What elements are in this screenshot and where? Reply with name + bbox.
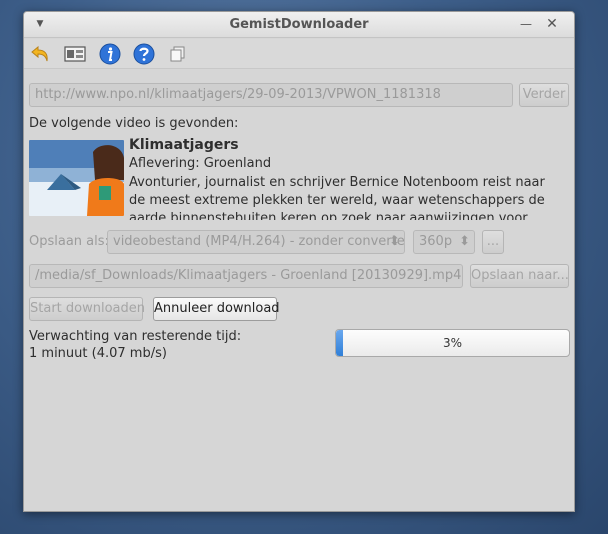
quality-dropdown-value: 360p <box>419 234 453 249</box>
app-window: ▼ GemistDownloader — ✕ http://www.npo.nl… <box>23 11 575 512</box>
window-title: GemistDownloader <box>229 17 369 32</box>
more-options-button[interactable]: ... <box>482 230 504 254</box>
info-icon[interactable] <box>98 42 122 66</box>
save-path-input[interactable]: /media/sf_Downloads/Klimaatjagers - Groe… <box>29 264 463 288</box>
video-episode: Aflevering: Groenland <box>129 156 272 171</box>
layout-icon[interactable] <box>63 42 87 66</box>
found-label: De volgende video is gevonden: <box>29 116 239 131</box>
video-thumbnail <box>29 140 124 216</box>
title-bar: ▼ GemistDownloader — ✕ <box>24 12 574 38</box>
toolbar <box>24 39 574 69</box>
remaining-time-label: Verwachting van resterende tijd: <box>29 329 242 344</box>
help-icon[interactable] <box>132 42 156 66</box>
progress-text: 3% <box>442 336 463 350</box>
cancel-download-button[interactable]: Annuleer download <box>153 297 280 321</box>
save-to-button[interactable]: Opslaan naar... <box>470 264 569 288</box>
format-dropdown[interactable]: videobestand (MP4/H.264) - zonder conver… <box>107 230 405 254</box>
undo-icon[interactable] <box>29 42 53 66</box>
download-progress-bar: 3% <box>335 329 570 357</box>
video-description: Avonturier, journalist en schrijver Bern… <box>129 175 545 220</box>
verder-button[interactable]: Verder <box>519 83 569 107</box>
url-input[interactable]: http://www.npo.nl/klimaatjagers/29-09-20… <box>29 83 513 107</box>
remaining-time-value: 1 minuut (4.07 mb/s) <box>29 346 167 361</box>
quality-arrow-icon: ⬍ <box>459 234 470 249</box>
dropdown-arrow-icon: ⬍ <box>389 234 400 249</box>
save-as-label: Opslaan als: <box>29 234 109 249</box>
video-title: Klimaatjagers <box>129 137 239 153</box>
format-dropdown-value: videobestand (MP4/H.264) - zonder conver… <box>113 234 405 249</box>
minimize-button[interactable]: — <box>518 16 534 32</box>
quality-dropdown[interactable]: 360p ⬍ <box>413 230 475 254</box>
close-button[interactable]: ✕ <box>544 16 560 32</box>
start-download-button[interactable]: Start downloaden <box>29 297 145 321</box>
copy-icon[interactable] <box>166 42 190 66</box>
